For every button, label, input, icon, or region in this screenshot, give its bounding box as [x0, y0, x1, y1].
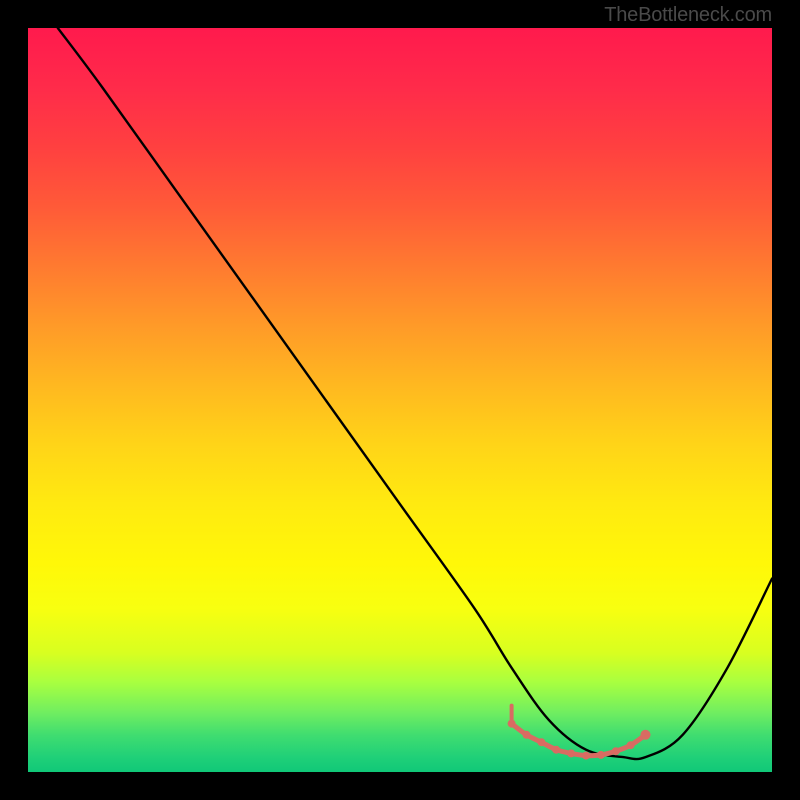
highlight-dot	[523, 731, 531, 739]
highlight-dot	[567, 749, 575, 757]
plot-area	[28, 28, 772, 772]
highlight-dot	[582, 752, 590, 760]
highlight-dot	[627, 741, 635, 749]
chart-frame: TheBottleneck.com	[0, 0, 800, 800]
curve-layer	[28, 28, 772, 772]
highlight-dot	[597, 751, 605, 759]
watermark-text: TheBottleneck.com	[604, 4, 772, 27]
highlight-dot	[537, 738, 545, 746]
highlight-dot	[612, 747, 620, 755]
highlight-stroke	[512, 724, 646, 756]
highlight-segment	[508, 706, 651, 760]
highlight-dot	[552, 746, 560, 754]
bottleneck-curve	[58, 28, 772, 759]
highlight-end-dot	[641, 730, 651, 740]
